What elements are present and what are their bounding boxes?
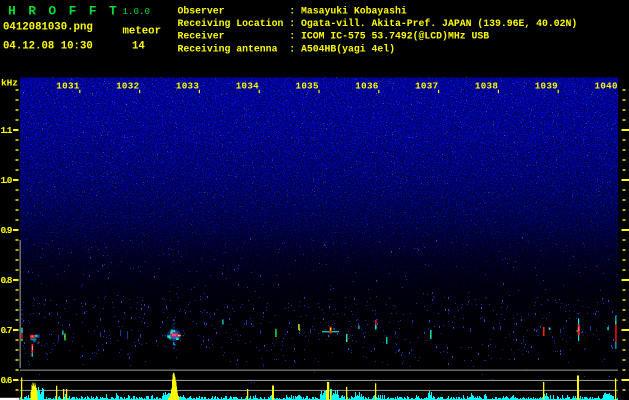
svg-text:Receiving Location : Ogata-vil: Receiving Location : Ogata-vill. Akita-P…	[178, 18, 578, 29]
svg-text:0.7: 0.7	[1, 325, 13, 336]
svg-text:meteor: meteor	[123, 26, 161, 38]
svg-text:1.0.0: 1.0.0	[123, 6, 151, 17]
svg-text:Observer : Masayuki: Observer : Masayuki Kobayashi	[178, 5, 407, 16]
svg-text:Receiving antenna : A504HB(ya: Receiving antenna : A504HB(yagi 4el)	[178, 43, 396, 54]
svg-text:1.1: 1.1	[1, 125, 13, 136]
svg-text:HROFFT: HROFFT	[8, 4, 129, 19]
svg-text:14: 14	[132, 41, 145, 53]
svg-text:1039: 1039	[535, 81, 558, 92]
svg-text:1031: 1031	[56, 81, 79, 92]
svg-text:0412081030.png: 0412081030.png	[3, 22, 93, 34]
svg-text:1036: 1036	[355, 81, 378, 92]
svg-text:1032: 1032	[116, 81, 139, 92]
svg-text:1038: 1038	[475, 81, 498, 92]
svg-text:1.0: 1.0	[1, 175, 13, 186]
svg-text:1040: 1040	[595, 81, 618, 92]
svg-text:kHz: kHz	[1, 78, 18, 89]
svg-text:0.8: 0.8	[1, 275, 13, 286]
svg-text:1037: 1037	[415, 81, 438, 92]
svg-text:04.12.08 10:30: 04.12.08 10:30	[3, 41, 93, 53]
svg-text:1035: 1035	[296, 81, 319, 92]
svg-text:0.9: 0.9	[1, 225, 13, 236]
svg-text:Receiver : ICOM IC-5: Receiver : ICOM IC-575 53.7492(@LCD)MHz …	[178, 31, 490, 42]
svg-text:1034: 1034	[236, 81, 259, 92]
svg-text:1033: 1033	[176, 81, 199, 92]
svg-text:0.6: 0.6	[1, 375, 13, 386]
